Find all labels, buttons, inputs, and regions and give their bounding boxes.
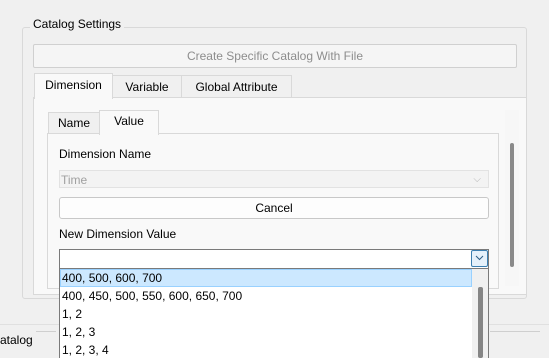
cancel-button[interactable]: Cancel [59,197,489,219]
panel-divider [490,331,540,332]
chevron-down-icon: ⌵ [473,174,481,185]
tab-dimension[interactable]: Dimension [34,73,113,99]
dropdown-option[interactable]: 400, 500, 600, 700 [60,269,472,287]
tab-value[interactable]: Value [99,110,159,135]
pane-scrollbar-thumb[interactable] [510,143,514,267]
dropdown-option[interactable]: 400, 450, 500, 550, 600, 650, 700 [60,287,488,305]
dropdown-option[interactable]: 1, 2, 3 [60,323,488,341]
dimension-value-dropdown: 400, 500, 600, 700 400, 450, 500, 550, 6… [59,269,489,358]
dropdown-toggle-button[interactable] [471,250,488,267]
group-title: Catalog Settings [30,17,125,31]
create-catalog-button: Create Specific Catalog With File [33,44,517,68]
dropdown-option[interactable]: 1, 2 [60,305,488,323]
tab-global-attribute[interactable]: Global Attribute [181,75,292,98]
dimension-name-label: Dimension Name [59,147,152,161]
chevron-down-icon [475,255,484,261]
tab-name[interactable]: Name [48,112,100,134]
dimension-name-select: Time ⌵ [59,170,489,188]
catalog-group-label: atalog [0,333,33,347]
panel-divider [36,331,56,332]
new-dimension-value-label: New Dimension Value [59,227,177,241]
dropdown-scrollbar-thumb[interactable] [478,287,483,358]
tab-variable[interactable]: Variable [112,75,182,98]
new-dimension-value-combo[interactable] [59,249,489,269]
dimension-name-value: Time [61,173,88,187]
dropdown-option[interactable]: 1, 2, 3, 4 [60,341,488,358]
